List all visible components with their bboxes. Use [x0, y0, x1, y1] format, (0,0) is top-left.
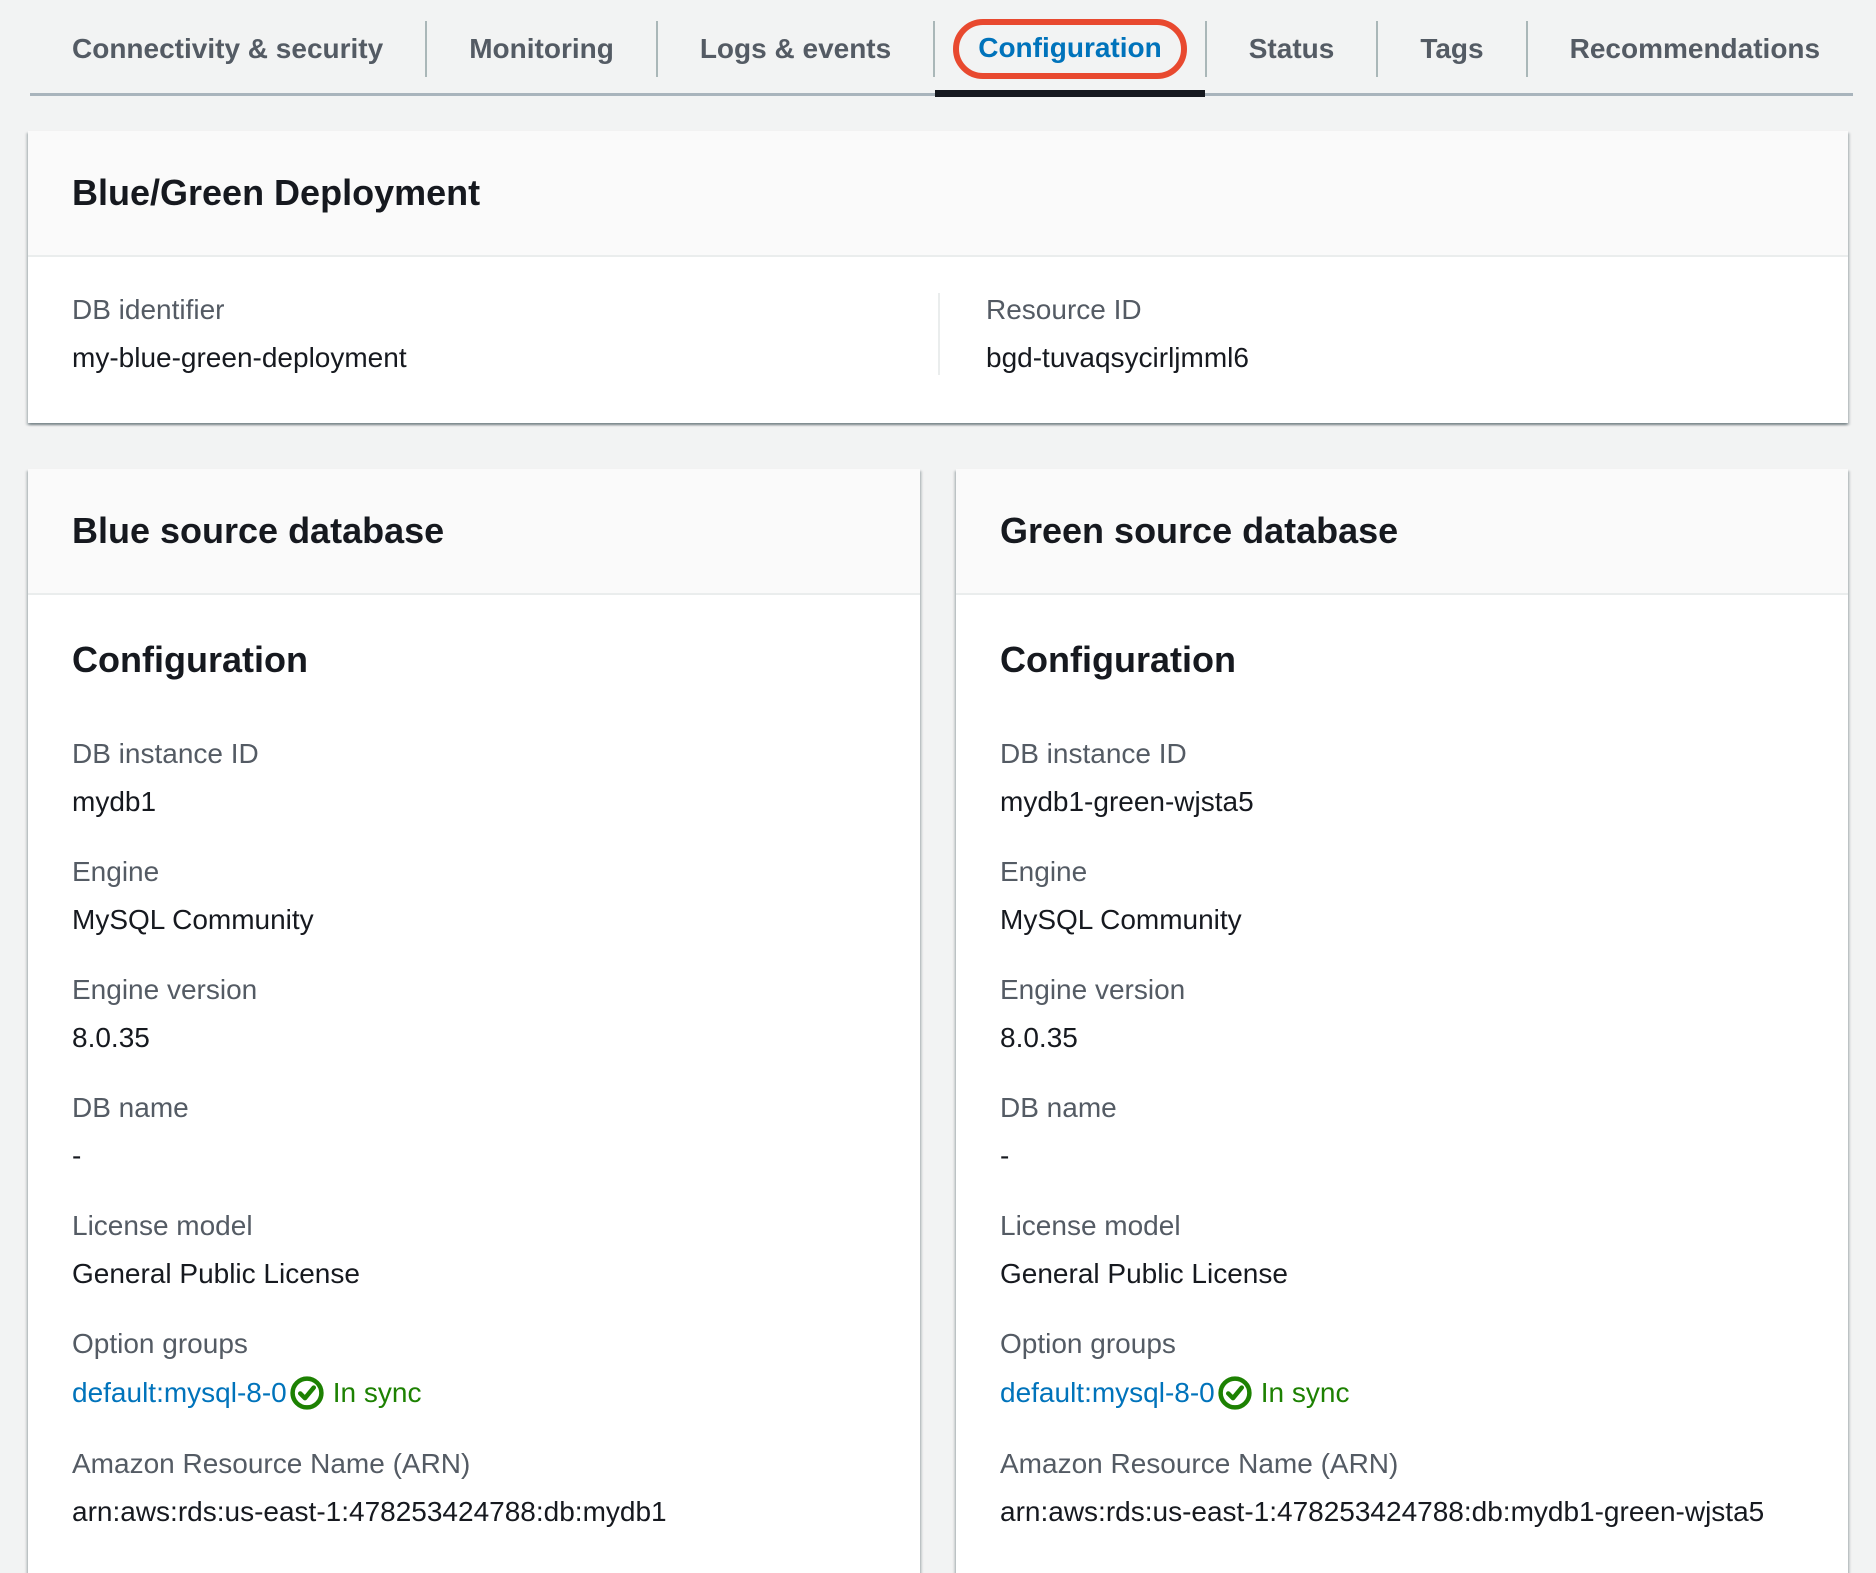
card-title: Blue source database	[72, 509, 876, 553]
column-resource-id: Resource ID bgd-tuvaqsycirljmml6	[938, 293, 1848, 375]
tab-logs-events[interactable]: Logs & events	[658, 0, 933, 97]
field-engine-version: Engine version 8.0.35	[72, 973, 876, 1055]
tab-label: Connectivity & security	[72, 33, 383, 65]
card-title: Green source database	[1000, 509, 1804, 553]
field-label: Engine version	[1000, 973, 1804, 1007]
field-value: arn:aws:rds:us-east-1:478253424788:db:my…	[1000, 1495, 1804, 1529]
card-header: Blue/Green Deployment	[28, 131, 1848, 257]
tab-configuration[interactable]: Configuration	[935, 0, 1205, 97]
check-circle-icon	[1217, 1375, 1253, 1411]
option-group-link[interactable]: default:mysql-8-0	[72, 1376, 287, 1410]
field-db-identifier: DB identifier my-blue-green-deployment	[72, 293, 894, 375]
field-label: Option groups	[1000, 1327, 1804, 1361]
tab-label: Recommendations	[1570, 33, 1821, 65]
card-body: DB identifier my-blue-green-deployment R…	[28, 257, 1848, 423]
field-value: 8.0.35	[72, 1021, 876, 1055]
field-license-model: License model General Public License	[1000, 1209, 1804, 1291]
tab-label: Configuration	[978, 32, 1162, 63]
card-body: Configuration DB instance ID mydb1-green…	[956, 595, 1848, 1573]
field-label: DB instance ID	[72, 737, 876, 771]
field-db-name: DB name -	[72, 1091, 876, 1173]
field-value: General Public License	[1000, 1257, 1804, 1291]
field-engine: Engine MySQL Community	[1000, 855, 1804, 937]
tab-tags[interactable]: Tags	[1378, 0, 1525, 97]
field-arn: Amazon Resource Name (ARN) arn:aws:rds:u…	[72, 1447, 876, 1529]
field-label: Option groups	[72, 1327, 876, 1361]
field-value: -	[72, 1139, 876, 1173]
tab-label: Tags	[1420, 33, 1483, 65]
field-label: DB name	[72, 1091, 876, 1125]
tab-label: Logs & events	[700, 33, 891, 65]
field-value: mydb1-green-wjsta5	[1000, 785, 1804, 819]
field-label: Amazon Resource Name (ARN)	[1000, 1447, 1804, 1481]
detail-tabs: Connectivity & security Monitoring Logs …	[0, 0, 1876, 97]
source-cards-row: Blue source database Configuration DB in…	[28, 469, 1848, 1573]
annotation-oval: Configuration	[953, 19, 1187, 79]
sync-status-text: In sync	[1261, 1376, 1350, 1410]
field-db-instance-id: DB instance ID mydb1-green-wjsta5	[1000, 737, 1804, 819]
field-label: DB instance ID	[1000, 737, 1804, 771]
field-label: Resource ID	[986, 293, 1804, 327]
section-title-configuration: Configuration	[72, 639, 876, 681]
field-value: mydb1	[72, 785, 876, 819]
tab-label: Monitoring	[469, 33, 614, 65]
sync-status-text: In sync	[333, 1376, 422, 1410]
field-engine: Engine MySQL Community	[72, 855, 876, 937]
field-value: MySQL Community	[72, 903, 876, 937]
field-value: General Public License	[72, 1257, 876, 1291]
card-header: Green source database	[956, 469, 1848, 595]
field-value: bgd-tuvaqsycirljmml6	[986, 341, 1804, 375]
field-engine-version: Engine version 8.0.35	[1000, 973, 1804, 1055]
field-value: arn:aws:rds:us-east-1:478253424788:db:my…	[72, 1495, 876, 1529]
field-arn: Amazon Resource Name (ARN) arn:aws:rds:u…	[1000, 1447, 1804, 1529]
tab-monitoring[interactable]: Monitoring	[427, 0, 656, 97]
field-label: License model	[72, 1209, 876, 1243]
field-option-groups: Option groups default:mysql-8-0 In sync	[1000, 1327, 1804, 1411]
tab-connectivity-security[interactable]: Connectivity & security	[30, 0, 425, 97]
field-label: License model	[1000, 1209, 1804, 1243]
field-label: Amazon Resource Name (ARN)	[72, 1447, 876, 1481]
field-value: MySQL Community	[1000, 903, 1804, 937]
tab-recommendations[interactable]: Recommendations	[1528, 0, 1863, 97]
field-value: -	[1000, 1139, 1804, 1173]
field-value: my-blue-green-deployment	[72, 341, 894, 375]
field-db-name: DB name -	[1000, 1091, 1804, 1173]
blue-source-database-card: Blue source database Configuration DB in…	[28, 469, 920, 1573]
blue-green-deployment-card: Blue/Green Deployment DB identifier my-b…	[28, 131, 1848, 423]
field-label: Engine version	[72, 973, 876, 1007]
field-db-instance-id: DB instance ID mydb1	[72, 737, 876, 819]
tab-status[interactable]: Status	[1207, 0, 1377, 97]
field-resource-id: Resource ID bgd-tuvaqsycirljmml6	[986, 293, 1804, 375]
option-group-link[interactable]: default:mysql-8-0	[1000, 1376, 1215, 1410]
field-label: DB identifier	[72, 293, 894, 327]
green-source-database-card: Green source database Configuration DB i…	[956, 469, 1848, 1573]
check-circle-icon	[289, 1375, 325, 1411]
field-license-model: License model General Public License	[72, 1209, 876, 1291]
section-title-configuration: Configuration	[1000, 639, 1804, 681]
field-label: Engine	[1000, 855, 1804, 889]
card-header: Blue source database	[28, 469, 920, 595]
tab-label: Status	[1249, 33, 1335, 65]
card-body: Configuration DB instance ID mydb1 Engin…	[28, 595, 920, 1573]
field-label: DB name	[1000, 1091, 1804, 1125]
field-label: Engine	[72, 855, 876, 889]
card-title: Blue/Green Deployment	[72, 171, 1804, 215]
field-value: 8.0.35	[1000, 1021, 1804, 1055]
field-option-groups: Option groups default:mysql-8-0 In sync	[72, 1327, 876, 1411]
column-db-identifier: DB identifier my-blue-green-deployment	[28, 293, 938, 375]
